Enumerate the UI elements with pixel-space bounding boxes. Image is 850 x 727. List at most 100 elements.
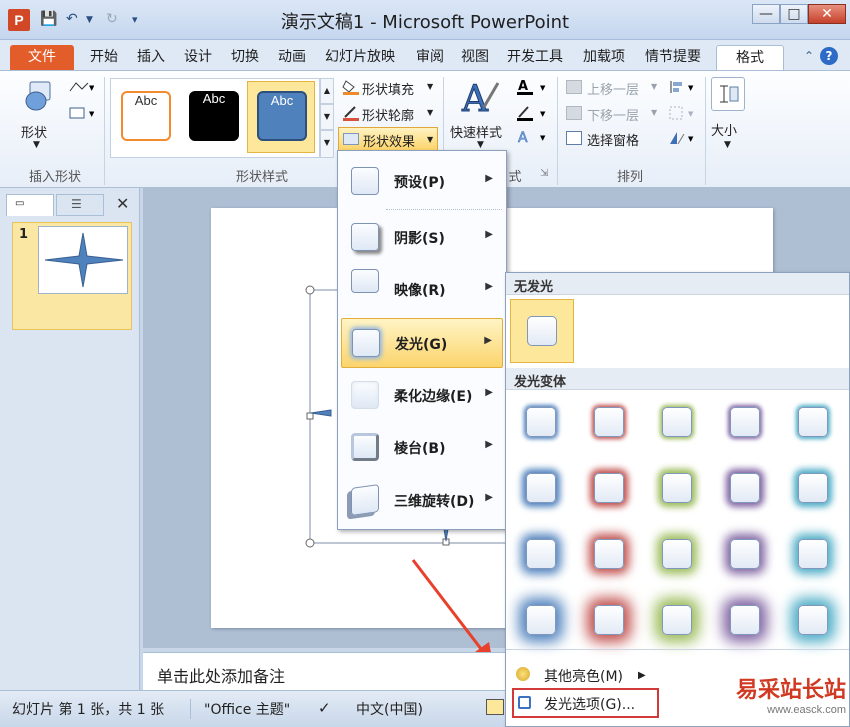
tab-transitions[interactable]: 切换 (231, 45, 259, 70)
shape-effects-button[interactable]: 形状效果 ▼ (338, 127, 438, 151)
glow-variant-swatch[interactable] (584, 595, 634, 645)
menu-item-shadow[interactable]: 阴影(S) ▶ (341, 213, 503, 263)
svg-text:A: A (518, 130, 528, 145)
size-icon[interactable] (711, 77, 745, 111)
shape-outline-dropdown-icon[interactable]: ▼ (427, 108, 433, 117)
menu-item-preset[interactable]: 预设(P) ▶ (341, 157, 503, 207)
shapes-dropdown-icon[interactable]: ▼ (33, 140, 40, 150)
slide-thumbnail-selected[interactable]: 1 (12, 222, 132, 330)
glow-variant-swatch[interactable] (516, 529, 566, 579)
shapes-label[interactable]: 形状 (21, 122, 47, 141)
glow-variant-swatch[interactable] (516, 397, 566, 447)
glow-variant-swatch[interactable] (788, 595, 838, 645)
status-separator (190, 699, 191, 719)
tab-addins[interactable]: 加载项 (583, 45, 625, 70)
selection-pane-button[interactable]: 选择窗格 (587, 130, 639, 149)
style-preset-orange[interactable]: Abc (121, 91, 171, 141)
tab-view[interactable]: 视图 (461, 45, 489, 70)
slides-pane: ▭ ☰ ✕ 1 (0, 188, 140, 690)
shape-fill-icon[interactable] (342, 79, 360, 95)
selection-pane-icon[interactable] (566, 131, 582, 145)
spell-check-icon[interactable]: ✓ (318, 699, 331, 717)
glow-variant-swatch[interactable] (788, 397, 838, 447)
language-status[interactable]: 中文(中国) (356, 699, 423, 719)
glow-variant-swatch[interactable] (652, 463, 702, 513)
glow-options-item[interactable]: 发光选项(G)... (512, 688, 659, 718)
shape-outline-button[interactable]: 形状轮廓 (362, 105, 414, 124)
shape-outline-icon[interactable] (342, 105, 360, 121)
style-preset-black[interactable]: Abc (189, 91, 239, 141)
notes-placeholder[interactable]: 单击此处添加备注 (157, 663, 285, 687)
glow-icon (352, 329, 380, 357)
glow-variant-swatch[interactable] (720, 463, 770, 513)
slides-tab[interactable]: ▭ (6, 194, 54, 216)
text-effects-icon[interactable]: A ▼ (516, 129, 550, 147)
menu-item-3d-rotation[interactable]: 三维旋转(D) ▶ (341, 476, 503, 526)
tab-insert[interactable]: 插入 (137, 45, 165, 70)
theme-status[interactable]: "Office 主题" (204, 699, 290, 719)
edit-shape-icon[interactable]: ▼ (68, 80, 95, 94)
glow-variant-swatch[interactable] (720, 529, 770, 579)
glow-variant-swatch[interactable] (788, 463, 838, 513)
glow-swatch-core (594, 605, 624, 635)
svg-text:▼: ▼ (688, 84, 694, 92)
align-icon[interactable]: ▼ (668, 79, 698, 95)
tab-storyboarding[interactable]: 情节提要 (645, 45, 701, 70)
tab-format[interactable]: 格式 (716, 45, 784, 70)
tab-animations[interactable]: 动画 (278, 45, 306, 70)
size-label[interactable]: 大小 (711, 120, 737, 139)
close-button[interactable]: ✕ (808, 4, 846, 24)
tab-file[interactable]: 文件 (10, 45, 74, 70)
menu-item-glow[interactable]: 发光(G) ▶ (341, 318, 503, 368)
gallery-scroll-up[interactable]: ▲ (320, 78, 334, 104)
tab-developer[interactable]: 开发工具 (507, 45, 563, 70)
menu-item-soft-edges[interactable]: 柔化边缘(E) ▶ (341, 371, 503, 421)
text-fill-icon[interactable]: A ▼ (516, 79, 550, 95)
minimize-ribbon-icon[interactable]: ⌃ (800, 47, 818, 65)
shape-fill-button[interactable]: 形状填充 (362, 79, 414, 98)
tab-review[interactable]: 审阅 (416, 45, 444, 70)
maximize-button[interactable]: □ (780, 4, 808, 24)
tab-home[interactable]: 开始 (90, 45, 118, 70)
glow-variant-swatch[interactable] (652, 595, 702, 645)
quick-styles-label[interactable]: 快速样式 (450, 122, 502, 141)
gallery-scroll-down[interactable]: ▼ (320, 104, 334, 130)
glow-variant-swatch[interactable] (584, 463, 634, 513)
tab-design[interactable]: 设计 (184, 45, 212, 70)
glow-variant-swatch[interactable] (720, 595, 770, 645)
glow-variant-swatch[interactable] (516, 595, 566, 645)
close-pane-icon[interactable]: ✕ (116, 194, 129, 213)
help-icon[interactable]: ? (820, 47, 838, 65)
minimize-button[interactable]: — (752, 4, 780, 24)
wordart-dialog-launcher-icon[interactable]: ⇲ (540, 168, 548, 179)
shape-fill-dropdown-icon[interactable]: ▼ (427, 82, 433, 91)
glow-swatch-core (730, 539, 760, 569)
gallery-more[interactable]: ▼ (320, 130, 334, 158)
no-glow-option[interactable] (510, 299, 574, 363)
shapes-icon[interactable] (22, 79, 54, 113)
outline-tab[interactable]: ☰ (56, 194, 104, 216)
glow-variant-swatch[interactable] (652, 397, 702, 447)
glow-variant-swatch[interactable] (584, 397, 634, 447)
submenu-arrow-icon: ▶ (638, 670, 646, 681)
text-outline-icon[interactable]: ▼ (516, 105, 550, 121)
preset-icon (351, 167, 379, 195)
tab-slideshow[interactable]: 幻灯片放映 (325, 45, 395, 70)
glow-variant-swatch[interactable] (788, 529, 838, 579)
glow-variant-swatch[interactable] (516, 463, 566, 513)
quick-styles-icon[interactable]: A (460, 77, 500, 121)
text-box-icon[interactable]: ▼ (68, 106, 95, 120)
glow-variant-swatch[interactable] (584, 529, 634, 579)
size-dropdown-icon[interactable]: ▼ (724, 140, 731, 150)
menu-item-reflection[interactable]: 映像(R) ▶ (341, 265, 503, 315)
menu-item-bevel[interactable]: 棱台(B) ▶ (341, 423, 503, 473)
submenu-arrow-icon: ▶ (485, 492, 493, 503)
quick-styles-dropdown-icon[interactable]: ▼ (477, 140, 484, 150)
glow-variant-swatch[interactable] (720, 397, 770, 447)
glow-variant-swatch[interactable] (652, 529, 702, 579)
svg-text:A: A (461, 79, 489, 117)
normal-view-icon[interactable] (486, 699, 504, 715)
rotate-icon[interactable]: ▼ (668, 130, 698, 146)
style-preset-blue[interactable]: Abc (257, 91, 307, 141)
notes-pane[interactable]: 单击此处添加备注 (143, 652, 508, 690)
